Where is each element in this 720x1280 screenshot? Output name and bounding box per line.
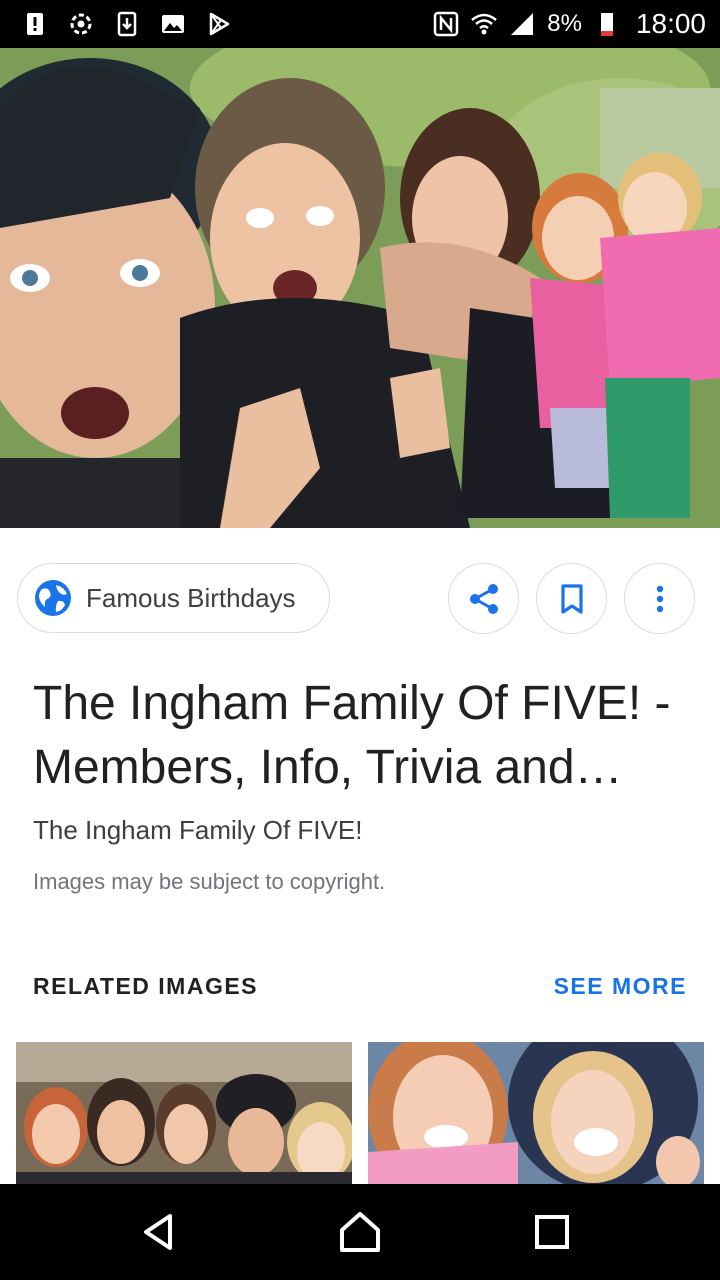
home-icon <box>340 1212 380 1252</box>
globe-icon <box>35 580 71 616</box>
image-icon <box>160 11 186 37</box>
settings-sync-icon <box>68 11 94 37</box>
source-chip[interactable]: Famous Birthdays <box>17 563 330 633</box>
back-triangle-icon <box>144 1214 172 1250</box>
more-options-button[interactable] <box>624 563 695 634</box>
nav-home-button[interactable] <box>328 1200 392 1264</box>
more-vert-icon <box>656 585 663 612</box>
status-bar: 8% 18:00 <box>0 0 720 48</box>
two-girls-smiling-photo <box>368 1042 704 1184</box>
hero-image[interactable] <box>0 48 720 528</box>
nav-back-button[interactable] <box>128 1200 192 1264</box>
save-button[interactable] <box>536 563 607 634</box>
battery-percent: 8% <box>547 10 582 37</box>
status-right-icons: 8% 18:00 <box>433 8 706 40</box>
copyright-notice: Images may be subject to copyright. <box>33 869 386 894</box>
play-store-icon <box>206 11 232 37</box>
status-left-icons <box>22 11 232 37</box>
nav-recents-button[interactable] <box>520 1200 584 1264</box>
wifi-icon <box>471 11 498 37</box>
signal-icon <box>509 11 535 37</box>
see-more-link[interactable]: SEE MORE <box>554 973 687 1000</box>
status-clock: 18:00 <box>635 8 706 39</box>
alert-icon <box>22 11 48 37</box>
source-label: Famous Birthdays <box>86 582 296 613</box>
related-images-heading: RELATED IMAGES <box>33 973 259 999</box>
system-nav-bar <box>0 1184 720 1280</box>
download-icon <box>114 11 140 37</box>
share-icon <box>469 583 498 614</box>
result-title[interactable]: The Ingham Family Of FIVE! - Members, In… <box>33 672 673 800</box>
result-subtitle: The Ingham Family Of FIVE! <box>33 815 363 845</box>
bookmark-icon <box>560 583 583 614</box>
group-selfie-photo <box>0 48 720 528</box>
related-image-2[interactable] <box>368 1042 704 1184</box>
family-group-photo <box>16 1042 352 1184</box>
recents-square-icon <box>535 1215 569 1249</box>
battery-low-icon <box>594 11 620 37</box>
nfc-icon <box>433 11 459 37</box>
related-image-1[interactable] <box>16 1042 352 1184</box>
share-button[interactable] <box>448 563 519 634</box>
